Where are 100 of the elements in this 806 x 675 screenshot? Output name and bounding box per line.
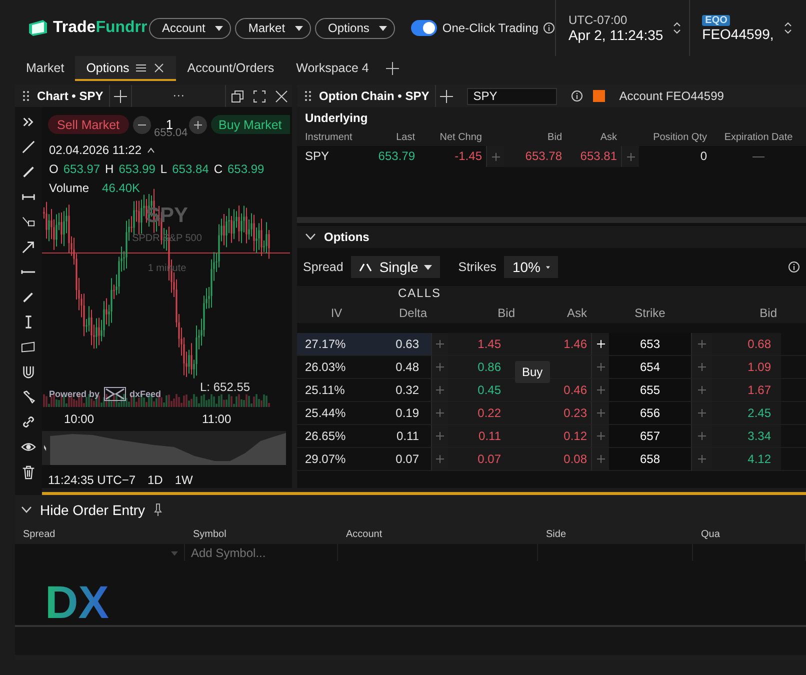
collapse-icon[interactable] [146, 147, 155, 153]
column-header: Spread [22, 528, 56, 542]
workspace-tab[interactable]: Market [15, 56, 76, 81]
account-id: FEO44599, [702, 26, 774, 42]
collapse-icon[interactable] [21, 506, 32, 514]
spread-dropdown[interactable]: Single [351, 256, 440, 278]
magnet-icon[interactable] [21, 364, 36, 380]
arrow-icon[interactable] [21, 239, 36, 255]
feed-name: dxFeed [130, 389, 162, 399]
low-price-label: L: 652.55 [200, 380, 250, 394]
popout-icon[interactable] [230, 90, 244, 102]
trash-icon[interactable] [21, 464, 36, 480]
caret-icon [424, 264, 432, 270]
plus-icon [596, 340, 604, 348]
workspace-tab[interactable]: Options [75, 56, 176, 81]
ask-price: 0.08 [519, 448, 591, 471]
add-icon[interactable] [114, 90, 128, 102]
fullscreen-icon[interactable] [252, 90, 266, 102]
account-label: Account FEO44599 [619, 89, 724, 103]
plus-icon [698, 386, 706, 394]
column-header: Last [395, 131, 416, 145]
symbol-input[interactable]: Add Symbol... [185, 544, 338, 561]
caret-icon [171, 551, 178, 556]
add-icon[interactable] [386, 62, 399, 75]
buy-market-button[interactable]: Buy Market [210, 115, 290, 134]
add-button[interactable] [591, 333, 609, 356]
account-badge: EQO [702, 14, 730, 26]
info-icon[interactable] [788, 261, 800, 273]
plus-icon [698, 340, 706, 348]
plus-icon [436, 363, 444, 371]
ohlc-label: C [214, 162, 222, 176]
ask-price: 0.23 [519, 402, 591, 425]
bid-price: 0.86 [448, 356, 519, 379]
toggle-switch[interactable] [411, 20, 438, 36]
link-color-square[interactable] [593, 90, 606, 102]
plus-button[interactable] [188, 116, 207, 134]
workspace-tab[interactable]: Account/Orders [176, 56, 286, 81]
plus-icon [596, 386, 604, 394]
bid-price: 0.68 [712, 333, 781, 356]
brush-icon[interactable] [21, 389, 36, 405]
last-price: 653.79 [377, 148, 416, 165]
range-button[interactable]: 1W [174, 473, 193, 487]
ray-icon[interactable] [21, 164, 36, 180]
ask-price: 0.12 [519, 425, 591, 448]
bid-price: 653.78 [504, 146, 566, 167]
plus-icon [436, 432, 444, 440]
stepper-icon[interactable] [784, 21, 792, 35]
ask-price: 653.81 [566, 146, 621, 167]
symbol-field[interactable]: SPY [467, 88, 558, 104]
plus-icon [436, 386, 444, 394]
bid-price: 3.34 [712, 425, 781, 448]
column-header: Qua [700, 528, 721, 542]
bid-price: 2.45 [712, 402, 781, 425]
menu-dropdown[interactable]: Account [149, 18, 232, 38]
column-header: Ask [599, 131, 618, 145]
more-button[interactable]: ··· [131, 85, 226, 107]
ohlc-value: 653.84 [172, 162, 209, 176]
ohlc-label: O [49, 162, 58, 176]
section-title: Underlying [297, 107, 806, 129]
table-cell-text: SPY [304, 148, 330, 165]
info-icon[interactable] [571, 90, 584, 102]
ohlc-value: 653.99 [227, 162, 264, 176]
data-feed-logo-icon [104, 387, 126, 401]
line-icon[interactable] [21, 139, 36, 155]
add-icon[interactable] [440, 90, 454, 102]
stepper-icon[interactable] [673, 21, 682, 35]
collapse-icon[interactable] [305, 233, 316, 241]
clock-time: Apr 2, 11:24:35 [568, 27, 664, 43]
menu-dropdown[interactable]: Market [235, 18, 312, 38]
strikes-dropdown[interactable]: 10% [504, 256, 558, 278]
column-header: Ask [566, 305, 588, 322]
sell-market-button[interactable]: Sell Market [48, 115, 129, 134]
panel-title: Chart • SPY [37, 89, 104, 103]
bid-price: 0.22 [448, 402, 519, 425]
table-cell: 29.07% [297, 448, 376, 471]
timezone-label: UTC-07:00 [568, 13, 628, 27]
menu-icon[interactable] [135, 62, 148, 74]
logo-icon [27, 19, 49, 37]
caret-icon [215, 26, 224, 30]
plus-icon [436, 455, 444, 463]
column-header: Position Qty [652, 131, 708, 145]
panel-title: Option Chain • SPY [319, 89, 430, 103]
range-button[interactable]: 1D [148, 473, 163, 487]
column-header: Side [545, 528, 568, 542]
column-header: IV [330, 305, 344, 322]
plus-icon [698, 455, 706, 463]
column-header: Strike [634, 305, 666, 322]
info-icon[interactable] [543, 22, 556, 34]
plus-icon [436, 409, 444, 417]
column-header: Bid [496, 305, 516, 322]
menu-dropdown[interactable]: Options [315, 18, 396, 38]
minus-button[interactable] [132, 116, 151, 134]
close-icon[interactable] [274, 90, 288, 102]
close-icon[interactable] [153, 62, 166, 74]
caret-icon [546, 264, 550, 270]
pin-icon[interactable] [153, 503, 164, 517]
panel-title[interactable]: Hide Order Entry [40, 502, 146, 518]
link-icon[interactable] [21, 414, 36, 430]
chart-frame-icon[interactable] [21, 339, 36, 355]
workspace-tab[interactable]: Workspace 4 [285, 56, 380, 81]
